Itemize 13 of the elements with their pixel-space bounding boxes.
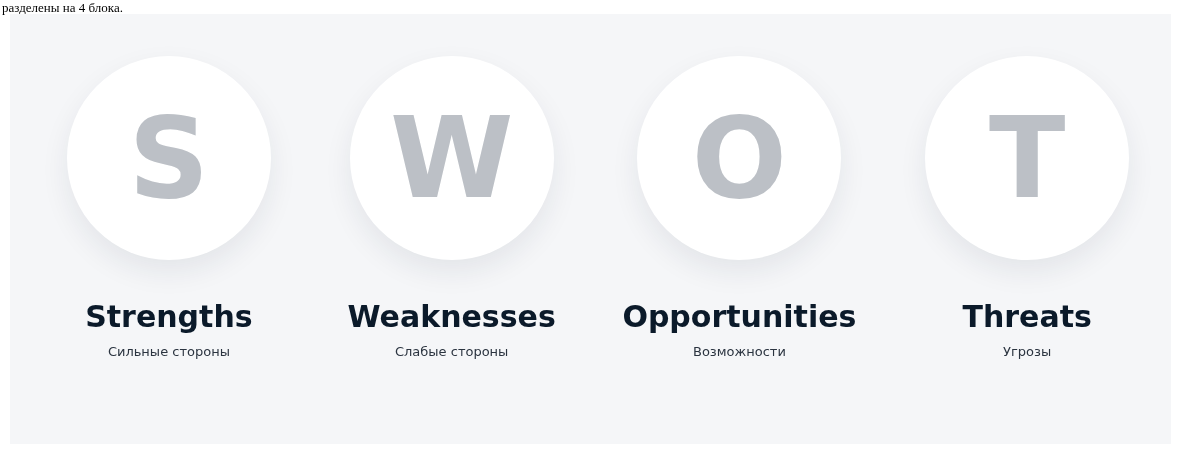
block-title: Weaknesses: [347, 298, 556, 336]
block-subtitle: Возможности: [692, 342, 786, 361]
block-subtitle: Угрозы: [1003, 342, 1052, 361]
swot-letter: W: [389, 102, 514, 214]
block-subtitle: Слабые стороны: [394, 342, 509, 361]
swot-letter: O: [691, 102, 787, 214]
block-title: Strengths: [85, 298, 253, 336]
block-subtitle: Сильные стороны: [107, 342, 230, 361]
block-title: Opportunities: [622, 298, 857, 336]
swot-letter: S: [128, 102, 210, 214]
intro-text: разделены на 4 блока.: [1, 0, 124, 14]
block-title: Threats: [962, 298, 1092, 336]
swot-letter: T: [988, 102, 1066, 214]
